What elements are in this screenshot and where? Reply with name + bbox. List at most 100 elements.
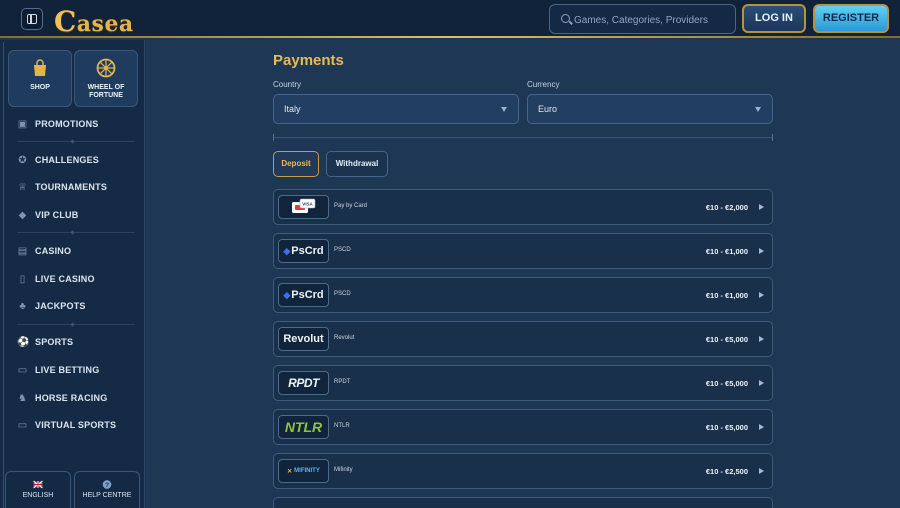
- sidebar-item-promotions[interactable]: ▣ PROMOTIONS: [17, 117, 137, 131]
- sidebar-item-label: JACKPOTS: [35, 301, 86, 311]
- sidebar-item-live-casino[interactable]: ▯ LIVE CASINO: [17, 272, 137, 286]
- rpdt-logo: RPDT: [278, 371, 329, 395]
- shopping-bag-icon: [34, 59, 46, 76]
- pscrd-arrows-icon: ◆: [283, 289, 291, 300]
- payment-method-row[interactable]: RPDT RPDT €10 - €5,000: [273, 365, 773, 401]
- method-limits: €10 - €5,000: [705, 335, 748, 344]
- tile-label: WHEEL OF FORTUNE: [87, 84, 125, 99]
- help-centre-button[interactable]: ? HELP CENTRE: [74, 471, 140, 508]
- tab-deposit[interactable]: Deposit: [273, 151, 319, 177]
- chevron-right-icon: [759, 468, 764, 474]
- help-label: HELP CENTRE: [82, 492, 132, 499]
- wheel-icon: [96, 58, 116, 78]
- method-name: PSCD: [334, 247, 351, 253]
- pscrd-logo: ◆ PsCrd: [278, 239, 329, 263]
- sidebar-item-label: CHALLENGES: [35, 155, 100, 165]
- method-limits: €10 - €2,500: [705, 467, 748, 476]
- sidebar-item-horse-racing[interactable]: ♞ HORSE RACING: [17, 391, 137, 405]
- section-divider: [273, 134, 773, 141]
- payments-main: Payments Country Italy Currency Euro Dep…: [146, 40, 900, 508]
- sidebar-item-label: PROMOTIONS: [35, 119, 99, 129]
- payment-method-row[interactable]: ◆ PsCrd PSCD €10 - €1,000: [273, 233, 773, 269]
- country-select[interactable]: Italy: [273, 94, 519, 124]
- currency-select[interactable]: Euro: [527, 94, 773, 124]
- casea-logo[interactable]: Casea: [54, 5, 134, 38]
- method-limits: €10 - €2,000: [705, 203, 748, 212]
- sidebar-item-label: VIRTUAL SPORTS: [35, 420, 117, 430]
- country-value: Italy: [284, 104, 301, 114]
- chevron-down-icon: [755, 107, 761, 112]
- sidebar-item-label: HORSE RACING: [35, 393, 108, 403]
- pscrd-logo-text: PsCrd: [291, 245, 324, 257]
- screen-icon: ▭: [17, 364, 28, 376]
- slot-icon: ▤: [17, 245, 28, 257]
- method-name: Mifinity: [334, 467, 353, 473]
- sidebar-divider: [17, 232, 135, 233]
- tab-withdrawal[interactable]: Withdrawal: [326, 151, 388, 177]
- currency-label: Currency: [527, 80, 560, 89]
- chevron-right-icon: [759, 380, 764, 386]
- sidebar-tile-wheel-of-fortune[interactable]: WHEEL OF FORTUNE: [74, 50, 138, 107]
- method-name: RPDT: [334, 379, 351, 385]
- payment-method-row[interactable]: Revolut Revolut €10 - €5,000: [273, 321, 773, 357]
- sidebar-tile-shop[interactable]: SHOP: [8, 50, 72, 107]
- method-limits: €10 - €1,000: [705, 247, 748, 256]
- visa-logo-text: VISA: [302, 202, 313, 207]
- sidebar-toggle-button[interactable]: [21, 8, 43, 30]
- sidebar-item-tournaments[interactable]: ♕ TOURNAMENTS: [17, 180, 137, 194]
- language-selector[interactable]: ENGLISH: [5, 471, 71, 508]
- login-button[interactable]: LOG IN: [742, 4, 806, 33]
- sidebar-item-jackpots[interactable]: ♣ JACKPOTS: [17, 299, 137, 313]
- gift-icon: ▣: [17, 118, 28, 130]
- sidebar-item-label: LIVE BETTING: [35, 365, 100, 375]
- method-name: PSCD: [334, 291, 351, 297]
- page-title: Payments: [273, 52, 344, 69]
- sidebar-edge: [3, 42, 4, 508]
- sidebar-item-label: CASINO: [35, 246, 72, 256]
- sidebar-item-casino[interactable]: ▤ CASINO: [17, 244, 137, 258]
- payment-method-row[interactable]: VISA Pay by Card €10 - €2,000: [273, 189, 773, 225]
- register-button[interactable]: REGISTER: [813, 4, 889, 33]
- method-name: Revolut: [334, 335, 355, 341]
- pscrd-logo: ◆ PsCrd: [278, 283, 329, 307]
- method-limits: €10 - €1,000: [705, 291, 748, 300]
- svg-text:?: ?: [105, 482, 109, 489]
- chevron-right-icon: [759, 424, 764, 430]
- sidebar-item-label: LIVE CASINO: [35, 274, 95, 284]
- header-gold-border: [0, 36, 900, 38]
- chevron-right-icon: [759, 248, 764, 254]
- method-limits: €10 - €5,000: [705, 379, 748, 388]
- top-header: Casea LOG IN REGISTER: [0, 0, 900, 38]
- search-input[interactable]: [574, 11, 732, 29]
- language-label: ENGLISH: [22, 492, 54, 499]
- method-name: NTLR: [334, 423, 350, 429]
- pscrd-arrows-icon: ◆: [283, 245, 291, 256]
- monitor-icon: ▭: [17, 419, 28, 431]
- payment-method-row[interactable]: ◆ PsCrd PSCD €10 - €1,000: [273, 277, 773, 313]
- ntlr-logo: NTLR: [278, 415, 329, 439]
- sidebar: SHOP WHEEL OF FORTUNE ▣ PROMOTIONS ✪ CHA…: [0, 40, 145, 508]
- search-box[interactable]: [549, 4, 736, 34]
- sidebar-item-sports[interactable]: ⚽ SPORTS: [17, 335, 137, 349]
- trophy-icon: ♕: [18, 181, 27, 193]
- sidebar-item-vip-club[interactable]: ◆ VIP CLUB: [17, 208, 137, 222]
- chevron-down-icon: [501, 107, 507, 112]
- sidebar-item-label: SPORTS: [35, 337, 74, 347]
- method-limits: €10 - €5,000: [705, 423, 748, 432]
- currency-value: Euro: [538, 104, 558, 114]
- payment-method-row[interactable]: ✕ MIFINITY Mifinity €10 - €2,500: [273, 453, 773, 489]
- diamond-icon: ◆: [18, 209, 27, 221]
- method-name: Pay by Card: [334, 203, 368, 209]
- sidebar-item-label: VIP CLUB: [35, 210, 79, 220]
- sidebar-item-virtual-sports[interactable]: ▭ VIRTUAL SPORTS: [17, 418, 137, 432]
- card-icon: VISA: [291, 198, 315, 213]
- payment-method-row-partial[interactable]: [273, 497, 773, 508]
- revolut-logo: Revolut: [278, 327, 329, 351]
- card-logo: VISA: [278, 195, 329, 219]
- payment-method-row[interactable]: NTLR NTLR €10 - €5,000: [273, 409, 773, 445]
- sidebar-item-challenges[interactable]: ✪ CHALLENGES: [17, 153, 137, 167]
- search-icon: [561, 14, 570, 23]
- mifinity-mark-icon: ✕: [287, 468, 293, 475]
- chevron-right-icon: [759, 292, 764, 298]
- sidebar-item-live-betting[interactable]: ▭ LIVE BETTING: [17, 363, 137, 377]
